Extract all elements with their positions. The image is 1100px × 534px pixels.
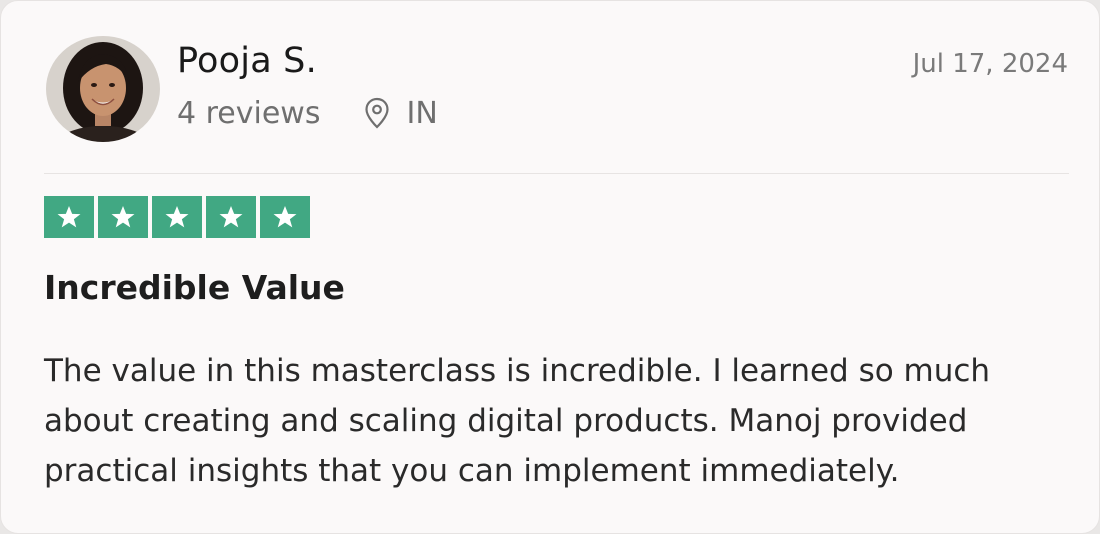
- review-text: The value in this masterclass is incredi…: [44, 353, 991, 489]
- avatar[interactable]: [46, 36, 160, 142]
- star-rating: [44, 196, 310, 238]
- reviews-count: 4 reviews: [177, 95, 321, 131]
- user-photo-icon: [46, 36, 160, 142]
- star-icon: [98, 196, 148, 238]
- reviewer-location: IN: [406, 95, 438, 131]
- review-title: Incredible Value: [44, 268, 345, 307]
- review-date: Jul 17, 2024: [912, 49, 1068, 79]
- star-icon: [152, 196, 202, 238]
- review-card: Pooja S. 4 reviews IN Jul 17, 2024 Incre…: [0, 0, 1100, 534]
- divider: [44, 173, 1069, 174]
- star-icon: [206, 196, 256, 238]
- location-pin-icon: [364, 97, 390, 129]
- reviewer-meta: 4 reviews IN: [177, 93, 438, 133]
- star-icon: [44, 196, 94, 238]
- reviewer-name[interactable]: Pooja S.: [177, 41, 317, 81]
- star-icon: [260, 196, 310, 238]
